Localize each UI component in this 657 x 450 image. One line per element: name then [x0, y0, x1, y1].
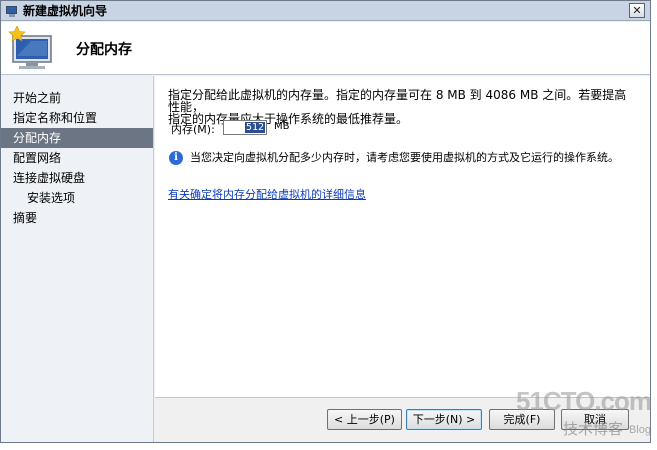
page-title: 分配内存 — [76, 42, 132, 58]
info-icon: i — [169, 151, 183, 165]
sidebar-item-connect-virtual-disk[interactable]: 连接虚拟硬盘 — [1, 168, 153, 188]
memory-input[interactable] — [245, 122, 265, 133]
main-content: 指定分配给此虚拟机的内存量。指定的内存量可在 8 MB 到 4086 MB 之间… — [155, 76, 650, 397]
sidebar-item-name-and-location[interactable]: 指定名称和位置 — [1, 108, 153, 128]
virtual-machine-icon — [5, 4, 19, 18]
close-button[interactable]: ✕ — [629, 3, 645, 18]
window-title: 新建虚拟机向导 — [23, 4, 108, 18]
memory-unit: MB — [274, 121, 290, 132]
memory-label: 内存(M): — [171, 123, 215, 136]
wizard-header: 分配内存 — [1, 22, 650, 75]
memory-help-link[interactable]: 有关确定将内存分配给虚拟机的详细信息 — [168, 186, 366, 202]
sidebar-item-summary[interactable]: 摘要 — [1, 208, 153, 228]
memory-field[interactable] — [223, 120, 267, 135]
previous-button[interactable]: < 上一步(P) — [327, 409, 402, 430]
close-icon: ✕ — [632, 4, 642, 17]
next-button[interactable]: 下一步(N) > — [406, 409, 482, 430]
new-virtual-machine-icon — [8, 26, 52, 69]
sidebar-item-installation-options[interactable]: 安装选项 — [1, 188, 153, 208]
info-text: 当您决定向虚拟机分配多少内存时，请考虑您要使用虚拟机的方式及它运行的操作系统。 — [190, 151, 619, 164]
title-bar[interactable]: 新建虚拟机向导 ✕ — [1, 1, 650, 21]
wizard-window: 新建虚拟机向导 ✕ 分配内存 开始之前 指定名称和位置 分配内存 配置网络 连接… — [0, 0, 651, 443]
cancel-button[interactable]: 取消 — [561, 409, 629, 430]
finish-button[interactable]: 完成(F) — [489, 409, 555, 430]
footer-divider — [155, 397, 650, 398]
intro-line-1: 指定分配给此虚拟机的内存量。指定的内存量可在 8 MB 到 4086 MB 之间… — [168, 88, 627, 114]
sidebar-item-assign-memory[interactable]: 分配内存 — [1, 128, 153, 148]
wizard-steps-sidebar: 开始之前 指定名称和位置 分配内存 配置网络 连接虚拟硬盘 安装选项 摘要 — [1, 76, 154, 442]
sidebar-item-configure-network[interactable]: 配置网络 — [1, 148, 153, 168]
sidebar-item-before-you-begin[interactable]: 开始之前 — [1, 88, 153, 108]
